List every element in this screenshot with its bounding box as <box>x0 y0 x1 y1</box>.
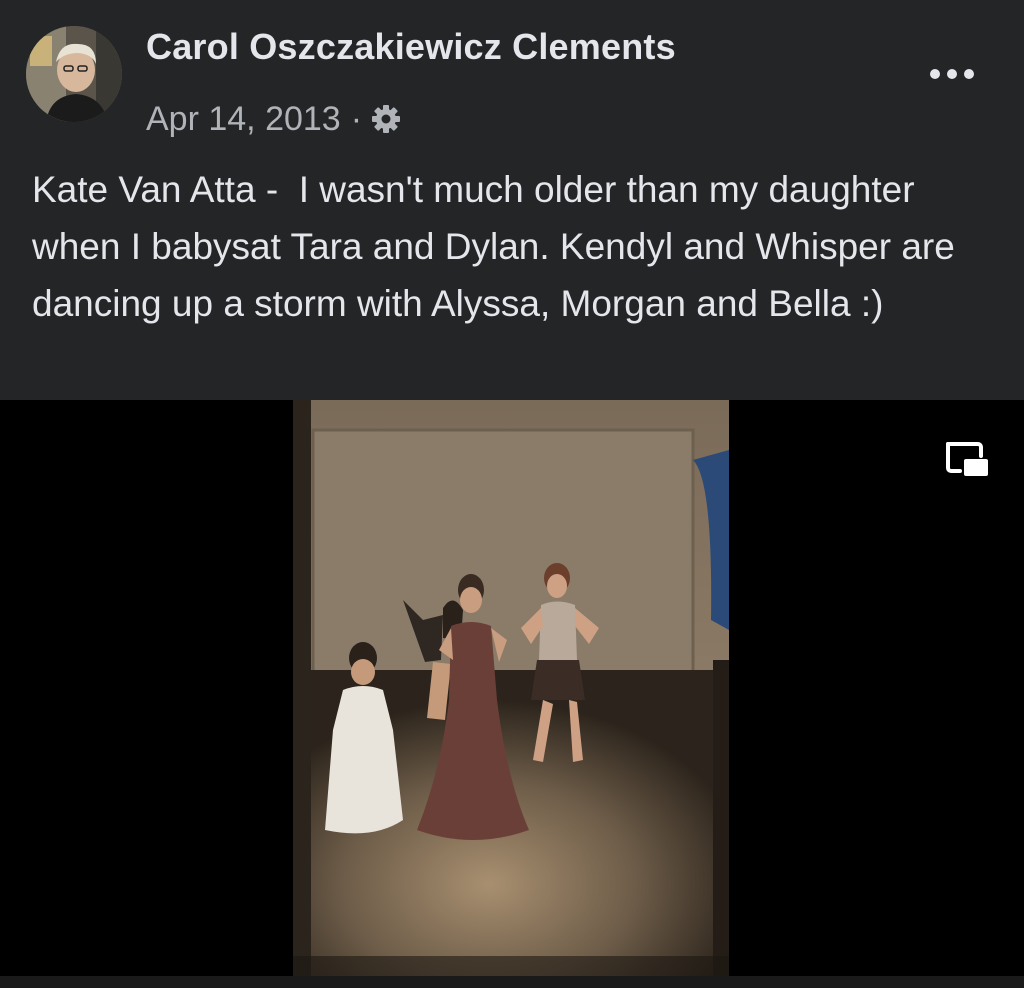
more-dot <box>930 69 940 79</box>
more-dot <box>964 69 974 79</box>
post-header: Carol Oszczakiewicz Clements Apr 14, 201… <box>0 0 1024 150</box>
post-meta: Apr 14, 2013 · <box>146 97 402 141</box>
more-dot <box>947 69 957 79</box>
more-options-icon[interactable] <box>930 60 974 88</box>
meta-separator: · <box>350 99 363 138</box>
author-name[interactable]: Carol Oszczakiewicz Clements <box>146 26 676 68</box>
video-player[interactable] <box>0 400 1024 988</box>
picture-in-picture-icon[interactable] <box>944 440 990 478</box>
post-caption: Kate Van Atta - I wasn't much older than… <box>32 169 966 324</box>
post-card: Carol Oszczakiewicz Clements Apr 14, 201… <box>0 0 1024 988</box>
avatar-image <box>26 26 122 122</box>
video-frame[interactable] <box>293 400 729 976</box>
post-footer-divider <box>0 976 1024 988</box>
post-date[interactable]: Apr 14, 2013 <box>146 100 341 139</box>
gear-icon[interactable] <box>370 103 402 135</box>
avatar[interactable] <box>26 26 122 122</box>
